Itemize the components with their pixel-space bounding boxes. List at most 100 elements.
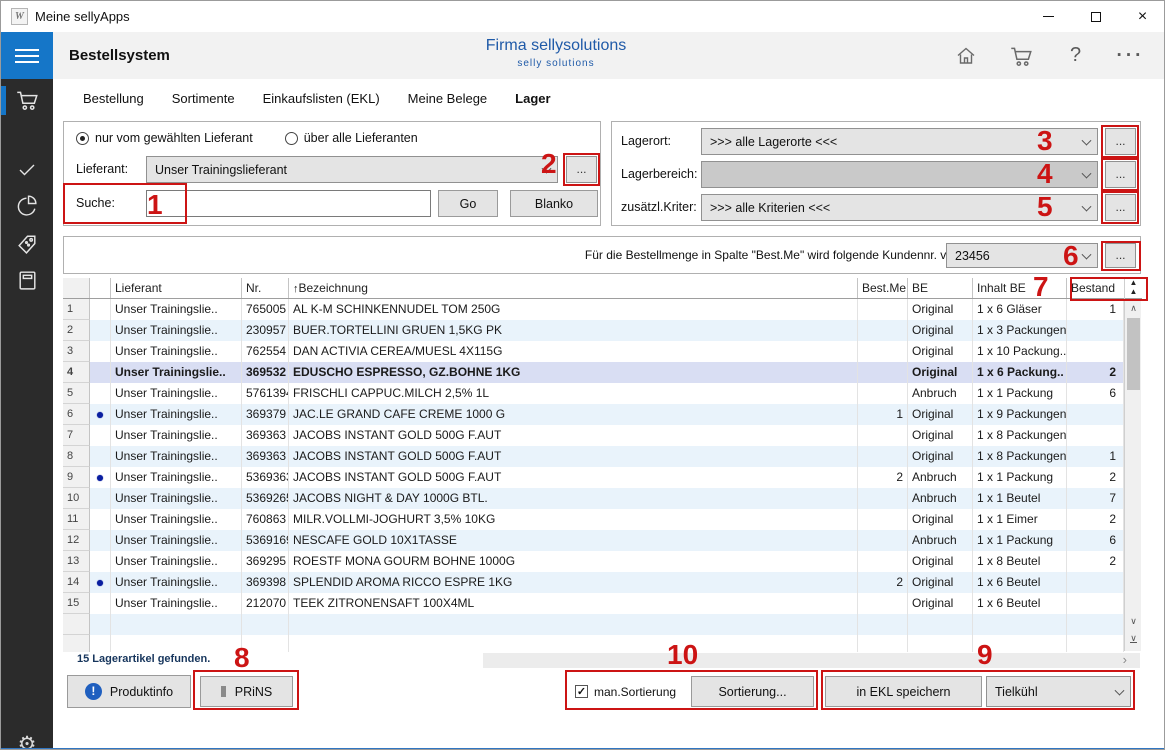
horizontal-scrollbar[interactable] — [483, 653, 1140, 668]
cart-button[interactable] — [993, 32, 1048, 79]
table-cell: 765005 — [242, 299, 289, 320]
kriterien-combobox[interactable]: >>> alle Kriterien <<< — [701, 194, 1098, 221]
column-header-bezeichnung[interactable]: ↑Bezeichnung — [289, 278, 858, 298]
table-row[interactable]: 14Unser Trainingslie..369398SPLENDID ARO… — [63, 572, 1124, 593]
marker-cell — [90, 551, 111, 572]
sidebar-item-confirm[interactable] — [1, 152, 53, 186]
table-row[interactable]: 6Unser Trainingslie..369379JAC.LE GRAND … — [63, 404, 1124, 425]
lagerbereich-combobox[interactable] — [701, 161, 1098, 188]
table-cell: Unser Trainingslie.. — [111, 404, 242, 425]
kundennr-combobox[interactable]: 23456 — [946, 243, 1098, 268]
table-cell: 7 — [63, 425, 90, 446]
scroll-up-icon[interactable]: ∧ — [1125, 300, 1142, 316]
lagerbereich-browse-button[interactable]: ... — [1105, 161, 1136, 188]
column-header-be[interactable]: BE — [908, 278, 973, 298]
table-cell: Unser Trainingslie.. — [111, 530, 242, 551]
close-button[interactable]: × — [1119, 1, 1165, 32]
table-row[interactable]: 7Unser Trainingslie..369363JACOBS INSTAN… — [63, 425, 1124, 446]
table-row[interactable]: 9Unser Trainingslie..5369363JACOBS INSTA… — [63, 467, 1124, 488]
table-row[interactable]: 2Unser Trainingslie..230957BUER.TORTELLI… — [63, 320, 1124, 341]
lagerort-combobox[interactable]: >>> alle Lagerorte <<< — [701, 128, 1098, 155]
marker-cell — [90, 362, 111, 383]
table-cell: JAC.LE GRAND CAFE CREME 1000 G — [289, 404, 858, 425]
help-button[interactable]: ? — [1048, 32, 1103, 79]
tab-meine-belege[interactable]: Meine Belege — [408, 91, 488, 106]
table-row[interactable]: 15Unser Trainingslie..212070TEEK ZITRONE… — [63, 593, 1124, 614]
sidebar-item-order[interactable] — [1, 83, 53, 117]
table-row[interactable] — [63, 614, 1124, 635]
table-cell: Unser Trainingslie.. — [111, 488, 242, 509]
radio-all-suppliers[interactable]: über alle Lieferanten — [285, 131, 418, 145]
search-input[interactable] — [146, 190, 431, 217]
go-button[interactable]: Go — [438, 190, 498, 217]
sort-to-top-icon[interactable]: ▲▲ — [1125, 278, 1142, 299]
lieferant-combobox[interactable]: Unser Trainingslieferant — [146, 156, 558, 183]
table-cell: 369532 — [242, 362, 289, 383]
marker-cell — [90, 425, 111, 446]
scroll-right-icon[interactable]: › — [1123, 652, 1127, 667]
table-cell: 1 x 1 Packung — [973, 383, 1067, 404]
sortierung-button[interactable]: Sortierung... — [691, 676, 814, 707]
sidebar-item-catalog[interactable] — [1, 263, 53, 297]
table-row[interactable]: 13Unser Trainingslie..369295ROESTF MONA … — [63, 551, 1124, 572]
tab-lager[interactable]: Lager — [515, 91, 550, 106]
settings-button[interactable]: ⚙ — [1, 724, 53, 750]
table-header: Lieferant Nr. ↑Bezeichnung Best.Me BE In… — [63, 278, 1141, 299]
pie-chart-icon — [15, 192, 40, 217]
tab-bestellung[interactable]: Bestellung — [83, 91, 144, 106]
tab-sortimente[interactable]: Sortimente — [172, 91, 235, 106]
table-cell — [858, 383, 908, 404]
minimize-button[interactable] — [1025, 1, 1072, 32]
table-cell — [1067, 572, 1124, 593]
table-cell: Unser Trainingslie.. — [111, 467, 242, 488]
sidebar-item-offers[interactable] — [1, 225, 53, 259]
freezer-combobox[interactable]: Tielkühl — [986, 676, 1131, 707]
more-button[interactable]: ··· — [1103, 32, 1158, 79]
table-cell: 760863 — [242, 509, 289, 530]
column-header-inhalt-be[interactable]: Inhalt BE — [973, 278, 1067, 298]
table-cell: Original — [908, 299, 973, 320]
table-row[interactable]: 1Unser Trainingslie..765005AL K-M SCHINK… — [63, 299, 1124, 320]
table-cell: FRISCHLI CAPPUC.MILCH 2,5% 1L — [289, 383, 858, 404]
status-text: 15 Lagerartikel gefunden. — [77, 653, 210, 665]
column-header-best-me[interactable]: Best.Me — [858, 278, 908, 298]
lagerort-label: Lagerort: — [621, 134, 671, 148]
ekl-speichern-button[interactable]: in EKL speichern — [825, 676, 982, 707]
table-row[interactable]: 3Unser Trainingslie..762554DAN ACTIVIA C… — [63, 341, 1124, 362]
table-cell: DAN ACTIVIA CEREA/MUESL 4X115G — [289, 341, 858, 362]
prins-button[interactable]: PRiNS — [200, 676, 293, 707]
table-row[interactable]: 10Unser Trainingslie..5369265JACOBS NIGH… — [63, 488, 1124, 509]
produktinfo-button[interactable]: ! Produktinfo — [67, 675, 191, 708]
scroll-to-end-icon[interactable]: ∨ — [1125, 630, 1142, 646]
column-header-bestand[interactable]: Bestand — [1067, 278, 1124, 298]
kundennr-browse-button[interactable]: ... — [1105, 243, 1136, 268]
lieferant-browse-button[interactable]: ... — [566, 156, 597, 183]
lagerort-browse-button[interactable]: ... — [1105, 128, 1136, 155]
maximize-button[interactable] — [1072, 1, 1119, 32]
table-cell: 2 — [1067, 551, 1124, 572]
table-cell: 1 — [63, 299, 90, 320]
kriterien-browse-button[interactable]: ... — [1105, 194, 1136, 221]
table-cell: 4 — [63, 362, 90, 383]
scroll-down-icon[interactable]: ∨ — [1125, 613, 1142, 629]
vertical-scrollbar[interactable]: ▲▲ ∧ ∨ ∨ — [1124, 278, 1141, 651]
scrollbar-thumb[interactable] — [1127, 318, 1140, 390]
column-header-nr[interactable]: Nr. — [242, 278, 289, 298]
table-cell: Unser Trainingslie.. — [111, 320, 242, 341]
radio-selected-supplier[interactable]: nur vom gewählten Lieferant — [76, 131, 253, 145]
table-row[interactable]: 5Unser Trainingslie..5761394FRISCHLI CAP… — [63, 383, 1124, 404]
table-row[interactable]: 8Unser Trainingslie..369363JACOBS INSTAN… — [63, 446, 1124, 467]
tab-einkaufslisten[interactable]: Einkaufslisten (EKL) — [263, 91, 380, 106]
table-row[interactable]: 4Unser Trainingslie..369532EDUSCHO ESPRE… — [63, 362, 1124, 383]
table-cell: 2 — [1067, 509, 1124, 530]
menu-button[interactable] — [1, 32, 53, 79]
table-row[interactable]: 12Unser Trainingslie..5369169NESCAFE GOL… — [63, 530, 1124, 551]
blanko-button[interactable]: Blanko — [510, 190, 598, 217]
table-row[interactable]: 11Unser Trainingslie..760863MILR.VOLLMI-… — [63, 509, 1124, 530]
sidebar-item-statistics[interactable] — [1, 187, 53, 221]
chevron-down-icon — [1082, 249, 1092, 259]
column-header-lieferant[interactable]: Lieferant — [111, 278, 242, 298]
man-sortierung-checkbox[interactable]: ✓ — [575, 685, 588, 698]
table-cell — [973, 614, 1067, 635]
home-button[interactable] — [938, 32, 993, 79]
